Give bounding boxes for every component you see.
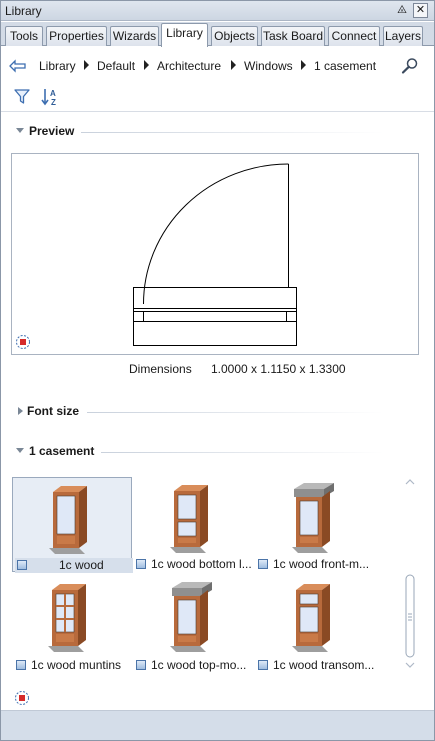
snap-target-icon[interactable] — [14, 690, 30, 706]
cube-icon — [258, 660, 268, 670]
breadcrumb-separator-icon[interactable] — [144, 60, 149, 70]
collapse-caret-icon[interactable] — [16, 128, 24, 133]
font-size-section-title: Font size — [27, 404, 80, 418]
item-grid-scrollbar[interactable] — [403, 479, 417, 669]
scrollbar-graphic — [405, 479, 415, 668]
library-item-caption: 1c wood front-m... — [256, 557, 374, 572]
tab-strip: Tools Properties Wizards Library Objects… — [1, 22, 434, 47]
dimensions-label: Dimensions — [129, 362, 192, 376]
section-divider — [87, 412, 384, 413]
breadcrumb-1-casement[interactable]: 1 casement — [314, 59, 376, 73]
tab-library[interactable]: Library — [161, 23, 208, 47]
library-item-label: 1c wood front-m... — [273, 557, 370, 571]
filter-icon[interactable] — [14, 88, 30, 105]
expand-caret-icon[interactable] — [18, 407, 23, 415]
library-item-1c-wood-transom[interactable]: 1c wood transom... — [254, 578, 374, 673]
font-size-section-header[interactable]: Font size — [1, 403, 434, 421]
library-item-1c-wood[interactable]: 1c wood — [12, 477, 133, 573]
library-item-label: 1c wood top-mo... — [151, 658, 247, 672]
cube-icon — [136, 660, 146, 670]
breadcrumb-windows[interactable]: Windows — [244, 59, 293, 73]
breadcrumb-default[interactable]: Default — [97, 59, 135, 73]
cube-icon — [16, 660, 26, 670]
library-item-caption: 1c wood — [15, 558, 133, 573]
tab-properties[interactable]: Properties — [46, 26, 107, 46]
tab-task-board[interactable]: Task Board — [261, 26, 325, 46]
library-item-1c-wood-front[interactable]: 1c wood front-m... — [254, 477, 374, 572]
search-icon[interactable] — [401, 57, 419, 75]
svg-text:A: A — [50, 89, 56, 98]
tab-layers[interactable]: Layers — [383, 26, 423, 46]
library-item-1c-wood-top[interactable]: 1c wood top-mo... — [132, 578, 252, 673]
preview-section-title: Preview — [29, 124, 75, 138]
status-bar — [1, 710, 434, 740]
tab-objects[interactable]: Objects — [211, 26, 258, 46]
snap-target-icon[interactable] — [15, 334, 31, 350]
library-window: Library ⨻ ✕ Tools Properties Wizards Lib… — [0, 0, 435, 741]
casement-section-header[interactable]: 1 casement — [1, 443, 434, 461]
breadcrumb-separator-icon[interactable] — [231, 60, 236, 70]
library-item-label: 1c wood bottom l... — [151, 557, 252, 571]
pin-icon[interactable]: ⨻ — [395, 3, 409, 17]
library-item-label: 1c wood — [59, 558, 104, 572]
breadcrumb-separator-icon[interactable] — [84, 60, 89, 70]
window-title: Library — [5, 4, 42, 18]
section-divider — [101, 452, 384, 453]
library-item-caption: 1c wood bottom l... — [134, 557, 252, 572]
breadcrumb-architecture[interactable]: Architecture — [157, 59, 221, 73]
library-toolbar: A Z — [1, 84, 434, 112]
breadcrumb: Library Default Architecture Windows 1 c… — [1, 49, 434, 84]
library-item-1c-wood-muntins[interactable]: 1c wood muntins — [12, 578, 132, 673]
library-item-caption: 1c wood transom... — [256, 658, 374, 673]
cube-icon — [258, 559, 268, 569]
breadcrumb-library[interactable]: Library — [39, 59, 76, 73]
window-thumbnail-icon — [292, 483, 334, 553]
library-item-label: 1c wood muntins — [31, 658, 122, 672]
svg-text:Z: Z — [51, 98, 56, 107]
tab-connect[interactable]: Connect — [328, 26, 380, 46]
window-thumbnail-icon — [49, 486, 87, 554]
library-item-caption: 1c wood muntins — [14, 658, 132, 673]
library-item-1c-wood-bottom[interactable]: 1c wood bottom l... — [132, 477, 252, 572]
close-icon[interactable]: ✕ — [413, 3, 428, 18]
section-divider — [81, 132, 384, 133]
sort-az-icon[interactable]: A Z — [41, 87, 61, 107]
window-thumbnail-icon — [48, 584, 86, 652]
cube-icon — [17, 560, 27, 570]
casement-section-title: 1 casement — [29, 444, 95, 458]
library-item-label: 1c wood transom... — [273, 658, 374, 672]
dimensions-value: 1.0000 x 1.1150 x 1.3300 — [211, 362, 346, 376]
window-preview-drawing — [133, 163, 297, 346]
collapse-caret-icon[interactable] — [16, 448, 24, 453]
window-thumbnail-icon — [292, 584, 330, 652]
cube-icon — [136, 559, 146, 569]
title-bar: Library ⨻ ✕ — [1, 1, 434, 21]
preview-pane[interactable] — [11, 153, 419, 355]
window-thumbnail-icon — [170, 485, 208, 553]
window-thumbnail-icon — [170, 582, 212, 652]
preview-section-header[interactable]: Preview — [1, 123, 434, 141]
breadcrumb-separator-icon[interactable] — [301, 60, 306, 70]
tab-wizards[interactable]: Wizards — [110, 26, 159, 46]
back-arrow-icon[interactable] — [9, 59, 27, 73]
tab-tools[interactable]: Tools — [5, 26, 43, 46]
library-item-caption: 1c wood top-mo... — [134, 658, 252, 673]
